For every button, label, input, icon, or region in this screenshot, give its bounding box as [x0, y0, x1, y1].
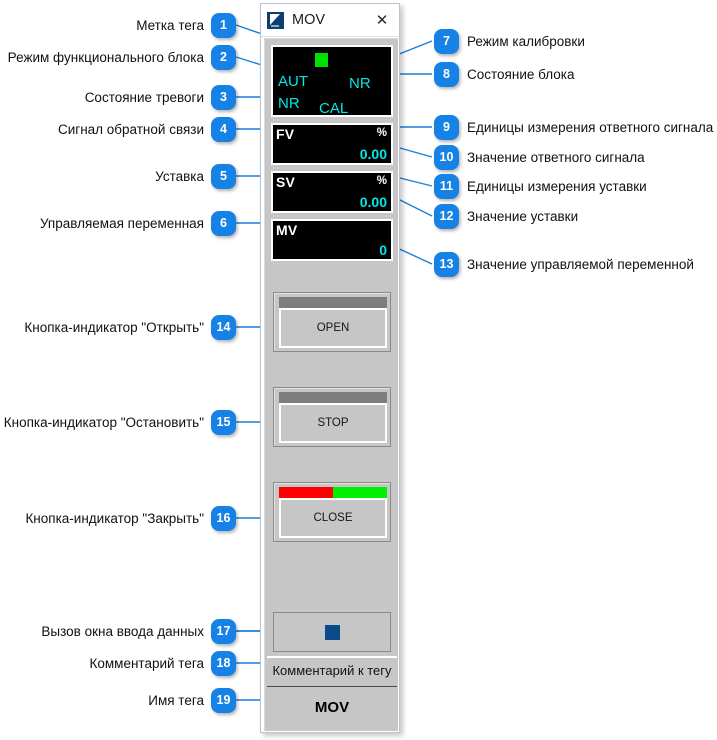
- mv-label: MV: [276, 222, 298, 238]
- sv-unit: %: [376, 175, 387, 187]
- feedback-value-panel: FV % 0.00: [271, 123, 393, 165]
- faceplate-window: MOV ✕ AUT NR CAL NR FV % 0.00 SV % 0.00 …: [260, 3, 400, 733]
- callout-16-label: Кнопка-индикатор "Закрыть": [25, 510, 204, 526]
- callout-8-badge: 8: [434, 62, 459, 87]
- close-status-bar-green: [333, 487, 387, 498]
- callout-2: Режим функционального блока 2: [8, 45, 236, 70]
- setpoint-value-panel: SV % 0.00: [271, 171, 393, 213]
- block-mode-text: AUT: [278, 73, 308, 90]
- callout-6: Управляемая переменная 6: [40, 211, 236, 236]
- callout-1-badge: 1: [211, 13, 236, 38]
- callout-19-badge: 19: [211, 688, 236, 713]
- callout-1: Метка тега 1: [136, 13, 236, 38]
- callout-19: Имя тега 19: [148, 688, 236, 713]
- callout-5-label: Уставка: [155, 168, 204, 184]
- close-status-bar: [279, 487, 387, 498]
- callout-14-badge: 14: [211, 315, 236, 340]
- callout-10-badge: 10: [434, 145, 459, 170]
- tag-comment: Комментарий к тегу: [267, 656, 397, 682]
- callout-8: 8 Состояние блока: [434, 62, 575, 87]
- callout-2-badge: 2: [211, 45, 236, 70]
- callout-2-label: Режим функционального блока: [7, 49, 204, 65]
- callout-14: Кнопка-индикатор "Открыть" 14: [24, 315, 236, 340]
- stop-status-bar: [279, 392, 387, 403]
- open-status-bar: [279, 297, 387, 308]
- fv-label: FV: [276, 126, 295, 142]
- callout-7-label: Режим калибровки: [467, 33, 585, 49]
- callout-5: Уставка 5: [155, 164, 236, 189]
- callout-3: Состояние тревоги 3: [85, 85, 236, 110]
- callout-12-label: Значение уставки: [467, 208, 579, 224]
- close-indicator-button[interactable]: CLOSE: [273, 482, 391, 542]
- callout-8-label: Состояние блока: [467, 66, 575, 82]
- mv-value: 0: [379, 242, 387, 258]
- callout-14-label: Кнопка-индикатор "Открыть": [24, 319, 204, 335]
- callout-4-badge: 4: [211, 117, 236, 142]
- sv-value: 0.00: [359, 194, 387, 210]
- block-status-text: NR: [349, 75, 371, 92]
- callout-19-label: Имя тега: [148, 692, 204, 708]
- alarm-state-text: NR: [278, 95, 300, 112]
- callout-15-badge: 15: [211, 410, 236, 435]
- callout-7: 7 Режим калибровки: [434, 29, 585, 54]
- faceplate-body: AUT NR CAL NR FV % 0.00 SV % 0.00 MV 0 O…: [264, 38, 398, 731]
- callout-12-badge: 12: [434, 204, 459, 229]
- callout-13-badge: 13: [434, 252, 459, 277]
- callout-13: 13 Значение управляемой переменной: [434, 252, 694, 277]
- callout-9-badge: 9: [434, 115, 459, 140]
- callout-7-badge: 7: [434, 29, 459, 54]
- screenshot-root: Метка тега 1 Режим функционального блока…: [0, 0, 717, 740]
- tag-name: MOV: [267, 686, 397, 728]
- callout-16: Кнопка-индикатор "Закрыть" 16: [25, 506, 236, 531]
- callout-6-badge: 6: [211, 211, 236, 236]
- callout-6-label: Управляемая переменная: [39, 215, 204, 231]
- sv-label: SV: [276, 174, 296, 190]
- fv-unit: %: [376, 127, 387, 139]
- callout-4: Сигнал обратной связи 4: [58, 117, 236, 142]
- data-entry-button[interactable]: [273, 612, 391, 652]
- callout-17: Вызов окна ввода данных 17: [41, 619, 236, 644]
- callout-18-badge: 18: [211, 651, 236, 676]
- window-titlebar[interactable]: MOV ✕: [261, 4, 399, 37]
- callout-3-badge: 3: [211, 85, 236, 110]
- callout-17-label: Вызов окна ввода данных: [41, 623, 204, 639]
- fv-value: 0.00: [359, 146, 387, 162]
- callout-18: Комментарий тега 18: [90, 651, 236, 676]
- app-icon: [267, 11, 284, 29]
- open-button-label: OPEN: [279, 308, 387, 348]
- open-indicator-button[interactable]: OPEN: [273, 292, 391, 352]
- callout-11-label: Единицы измерения уставки: [467, 178, 647, 194]
- close-button-label: CLOSE: [279, 498, 387, 538]
- callout-4-label: Сигнал обратной связи: [57, 121, 204, 137]
- callout-9: 9 Единицы измерения ответного сигнала: [434, 115, 713, 140]
- window-title: MOV: [292, 12, 326, 28]
- callout-10-label: Значение ответного сигнала: [467, 149, 645, 165]
- callout-13-label: Значение управляемой переменной: [467, 256, 694, 272]
- callout-17-badge: 17: [211, 619, 236, 644]
- callout-18-label: Комментарий тега: [89, 655, 204, 671]
- status-display-panel: AUT NR CAL NR: [271, 45, 393, 117]
- callout-10: 10 Значение ответного сигнала: [434, 145, 645, 170]
- callout-15: Кнопка-индикатор "Остановить" 15: [4, 410, 236, 435]
- callout-12: 12 Значение уставки: [434, 204, 578, 229]
- callout-3-label: Состояние тревоги: [84, 89, 204, 105]
- callout-9-label: Единицы измерения ответного сигнала: [467, 119, 714, 135]
- manipulated-value-panel: MV 0: [271, 219, 393, 261]
- stop-button-label: STOP: [279, 403, 387, 443]
- callout-1-label: Метка тега: [136, 17, 204, 33]
- close-status-bar-red: [279, 487, 333, 498]
- callout-11: 11 Единицы измерения уставки: [434, 174, 647, 199]
- stop-indicator-button[interactable]: STOP: [273, 387, 391, 447]
- tag-label-indicator: [315, 53, 328, 67]
- callout-16-badge: 16: [211, 506, 236, 531]
- callout-5-badge: 5: [211, 164, 236, 189]
- callout-11-badge: 11: [434, 174, 459, 199]
- square-icon: [324, 624, 340, 640]
- close-icon[interactable]: ✕: [365, 4, 399, 36]
- callout-15-label: Кнопка-индикатор "Остановить": [3, 414, 204, 430]
- calibration-mode-text: CAL: [319, 100, 349, 117]
